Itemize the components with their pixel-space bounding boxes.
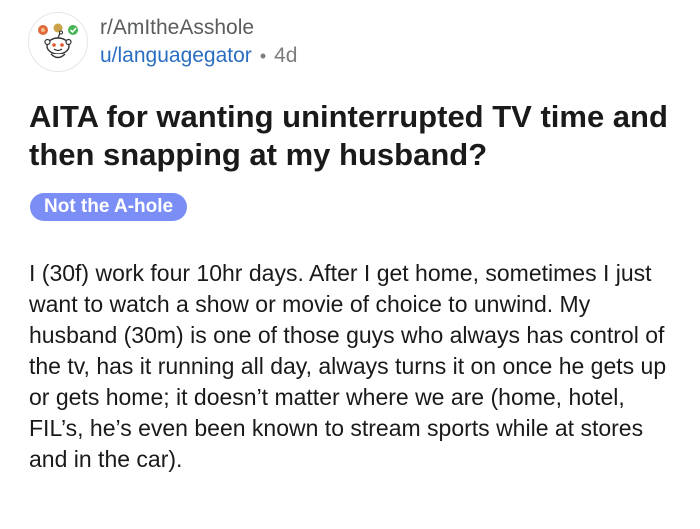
author-line: u/languagegator • 4d xyxy=(100,42,297,70)
reddit-snoo-icon xyxy=(38,23,78,59)
post-body: I (30f) work four 10hr days. After I get… xyxy=(29,260,667,472)
author-username[interactable]: u/languagegator xyxy=(100,42,252,70)
post-age: 4d xyxy=(274,44,298,67)
subreddit-avatar[interactable] xyxy=(28,12,88,72)
post-flair[interactable]: Not the A-hole xyxy=(30,193,188,221)
post-meta: r/AmItheAsshole u/languagegator • 4d xyxy=(100,14,297,70)
post-title[interactable]: AITA for wanting uninterrupted TV time a… xyxy=(29,98,679,174)
meta-separator: • xyxy=(259,46,267,66)
subreddit-link[interactable]: r/AmItheAsshole xyxy=(100,14,297,42)
post-header: r/AmItheAsshole u/languagegator • 4d xyxy=(28,12,297,72)
